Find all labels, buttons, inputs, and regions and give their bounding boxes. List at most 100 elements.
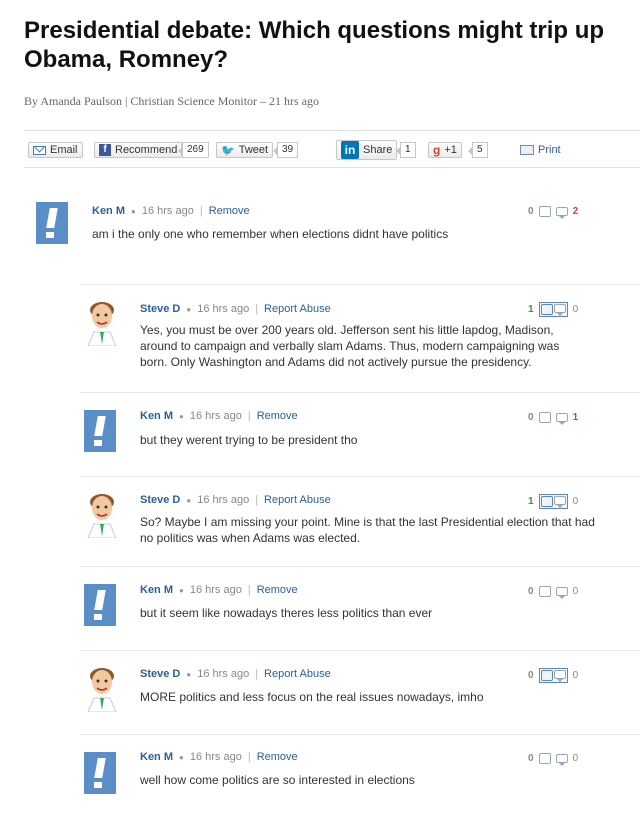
remove-link[interactable]: Remove <box>257 751 298 763</box>
article-title: Presidential debate: Which questions mig… <box>24 17 605 73</box>
exclamation-icon <box>46 208 58 228</box>
gplus-button[interactable]: g +1 <box>428 142 462 158</box>
recommend-button[interactable]: f Recommend <box>94 142 183 158</box>
remove-link[interactable]: Remove <box>257 410 298 422</box>
vote-controls: 1 0 <box>528 494 578 509</box>
email-label: Email <box>50 144 78 156</box>
linkedin-share-button[interactable]: in Share <box>336 140 398 160</box>
divider <box>80 392 640 393</box>
comment-text: well how come politics are so interested… <box>140 773 415 787</box>
comment-text: Yes, you must be over 200 years old. Jef… <box>140 323 560 369</box>
thumbs-up-icon[interactable] <box>540 670 553 681</box>
avatar[interactable] <box>84 662 117 713</box>
steve-avatar-icon <box>87 494 117 539</box>
author-name[interactable]: Steve D <box>140 668 180 680</box>
timestamp: 16 hrs ago <box>189 751 242 763</box>
reply-bubble-icon[interactable] <box>553 496 566 508</box>
reply-count: 0 <box>572 753 579 764</box>
vote-controls: 0 1 <box>528 412 578 425</box>
exclamation-icon <box>94 416 106 436</box>
tweet-button[interactable]: 🐦 Tweet <box>216 142 274 158</box>
report-abuse-link[interactable]: Report Abuse <box>264 303 331 315</box>
vote-controls: 0 0 <box>528 753 579 766</box>
reply-bubble-icon[interactable] <box>555 587 568 599</box>
reply-bubble-icon[interactable] <box>553 304 566 316</box>
printer-icon <box>520 145 534 155</box>
thumbs-up-icon[interactable] <box>538 586 551 597</box>
author-name[interactable]: Steve D <box>140 303 180 315</box>
gplus-count: 5 <box>468 142 488 158</box>
thumbs-up-count: 0 <box>528 753 534 764</box>
recommend-count: 269 <box>178 142 209 158</box>
comment-text: but they werent trying to be president t… <box>140 433 358 447</box>
comment-meta: Steve D ● 16 hrs ago | Report Abuse <box>140 668 331 680</box>
avatar[interactable] <box>84 488 117 539</box>
comment-meta: Ken M ● 16 hrs ago | Remove <box>140 584 298 596</box>
vote-controls: 0 2 <box>528 206 579 219</box>
thumbs-up-icon[interactable] <box>538 412 551 423</box>
comment-text: So? Maybe I am missing your point. Mine … <box>140 515 595 545</box>
vote-controls: 1 0 <box>528 302 578 317</box>
avatar[interactable] <box>36 202 68 244</box>
thumbs-up-count: 1 <box>528 304 534 315</box>
share-toolbar: Email f Recommend 269 🐦 Tweet 39 in Shar… <box>24 130 640 168</box>
comment-meta: Ken M ● 16 hrs ago | Remove <box>140 410 298 422</box>
reply-count: 0 <box>572 304 579 315</box>
print-link[interactable]: Print <box>520 144 561 156</box>
author-name[interactable]: Steve D <box>140 494 180 506</box>
comment-meta: Steve D ● 16 hrs ago | Report Abuse <box>140 494 331 506</box>
reply-bubble-icon[interactable] <box>555 754 568 766</box>
email-button[interactable]: Email <box>28 142 83 158</box>
vote-controls: 0 0 <box>528 586 579 599</box>
timestamp: 16 hrs ago <box>189 584 242 596</box>
author-name[interactable]: Ken M <box>92 205 125 217</box>
author-name[interactable]: Ken M <box>140 584 173 596</box>
thumbs-up-count: 0 <box>528 206 534 217</box>
author-name[interactable]: Ken M <box>140 751 173 763</box>
avatar[interactable] <box>84 410 116 452</box>
thumbs-up-count: 0 <box>528 670 534 681</box>
recommend-label: Recommend <box>115 144 178 156</box>
remove-link[interactable]: Remove <box>257 584 298 596</box>
vote-controls: 0 0 <box>528 668 578 683</box>
reply-bubble-icon[interactable] <box>553 670 566 682</box>
timestamp: 16 hrs ago <box>197 303 250 315</box>
reply-bubble-icon[interactable] <box>555 413 568 425</box>
timestamp: 16 hrs ago <box>189 410 242 422</box>
tweet-label: Tweet <box>238 144 269 156</box>
linkedin-label: Share <box>363 144 393 156</box>
thumbs-up-count: 0 <box>528 412 534 423</box>
comment-meta: Steve D ● 16 hrs ago | Report Abuse <box>140 303 331 315</box>
divider <box>80 476 640 477</box>
twitter-bird-icon: 🐦 <box>221 144 235 157</box>
print-label: Print <box>538 144 561 156</box>
linkedin-icon: in <box>341 141 359 159</box>
reply-count: 0 <box>572 670 579 681</box>
thumbs-up-icon[interactable] <box>540 496 553 507</box>
thumbs-up-icon[interactable] <box>540 304 553 315</box>
byline: By Amanda Paulson | Christian Science Mo… <box>24 94 320 108</box>
reply-count: 2 <box>572 206 579 217</box>
divider <box>80 284 640 285</box>
thumbs-up-icon[interactable] <box>538 753 551 764</box>
linkedin-count: 1 <box>396 142 416 158</box>
reply-bubble-icon[interactable] <box>555 207 568 219</box>
remove-link[interactable]: Remove <box>209 205 250 217</box>
steve-avatar-icon <box>87 668 117 713</box>
facebook-icon: f <box>99 144 111 156</box>
divider <box>80 734 640 735</box>
report-abuse-link[interactable]: Report Abuse <box>264 494 331 506</box>
reply-count: 0 <box>572 586 579 597</box>
author-name[interactable]: Ken M <box>140 410 173 422</box>
avatar[interactable] <box>84 296 117 347</box>
exclamation-icon <box>94 590 106 610</box>
thumbs-up-count: 1 <box>528 496 534 507</box>
tweet-count: 39 <box>272 142 299 158</box>
report-abuse-link[interactable]: Report Abuse <box>264 668 331 680</box>
avatar[interactable] <box>84 752 116 794</box>
avatar[interactable] <box>84 584 116 626</box>
steve-avatar-icon <box>87 302 117 347</box>
thumbs-up-icon[interactable] <box>538 206 551 217</box>
reply-count: 0 <box>572 496 579 507</box>
thumbs-up-count: 0 <box>528 586 534 597</box>
